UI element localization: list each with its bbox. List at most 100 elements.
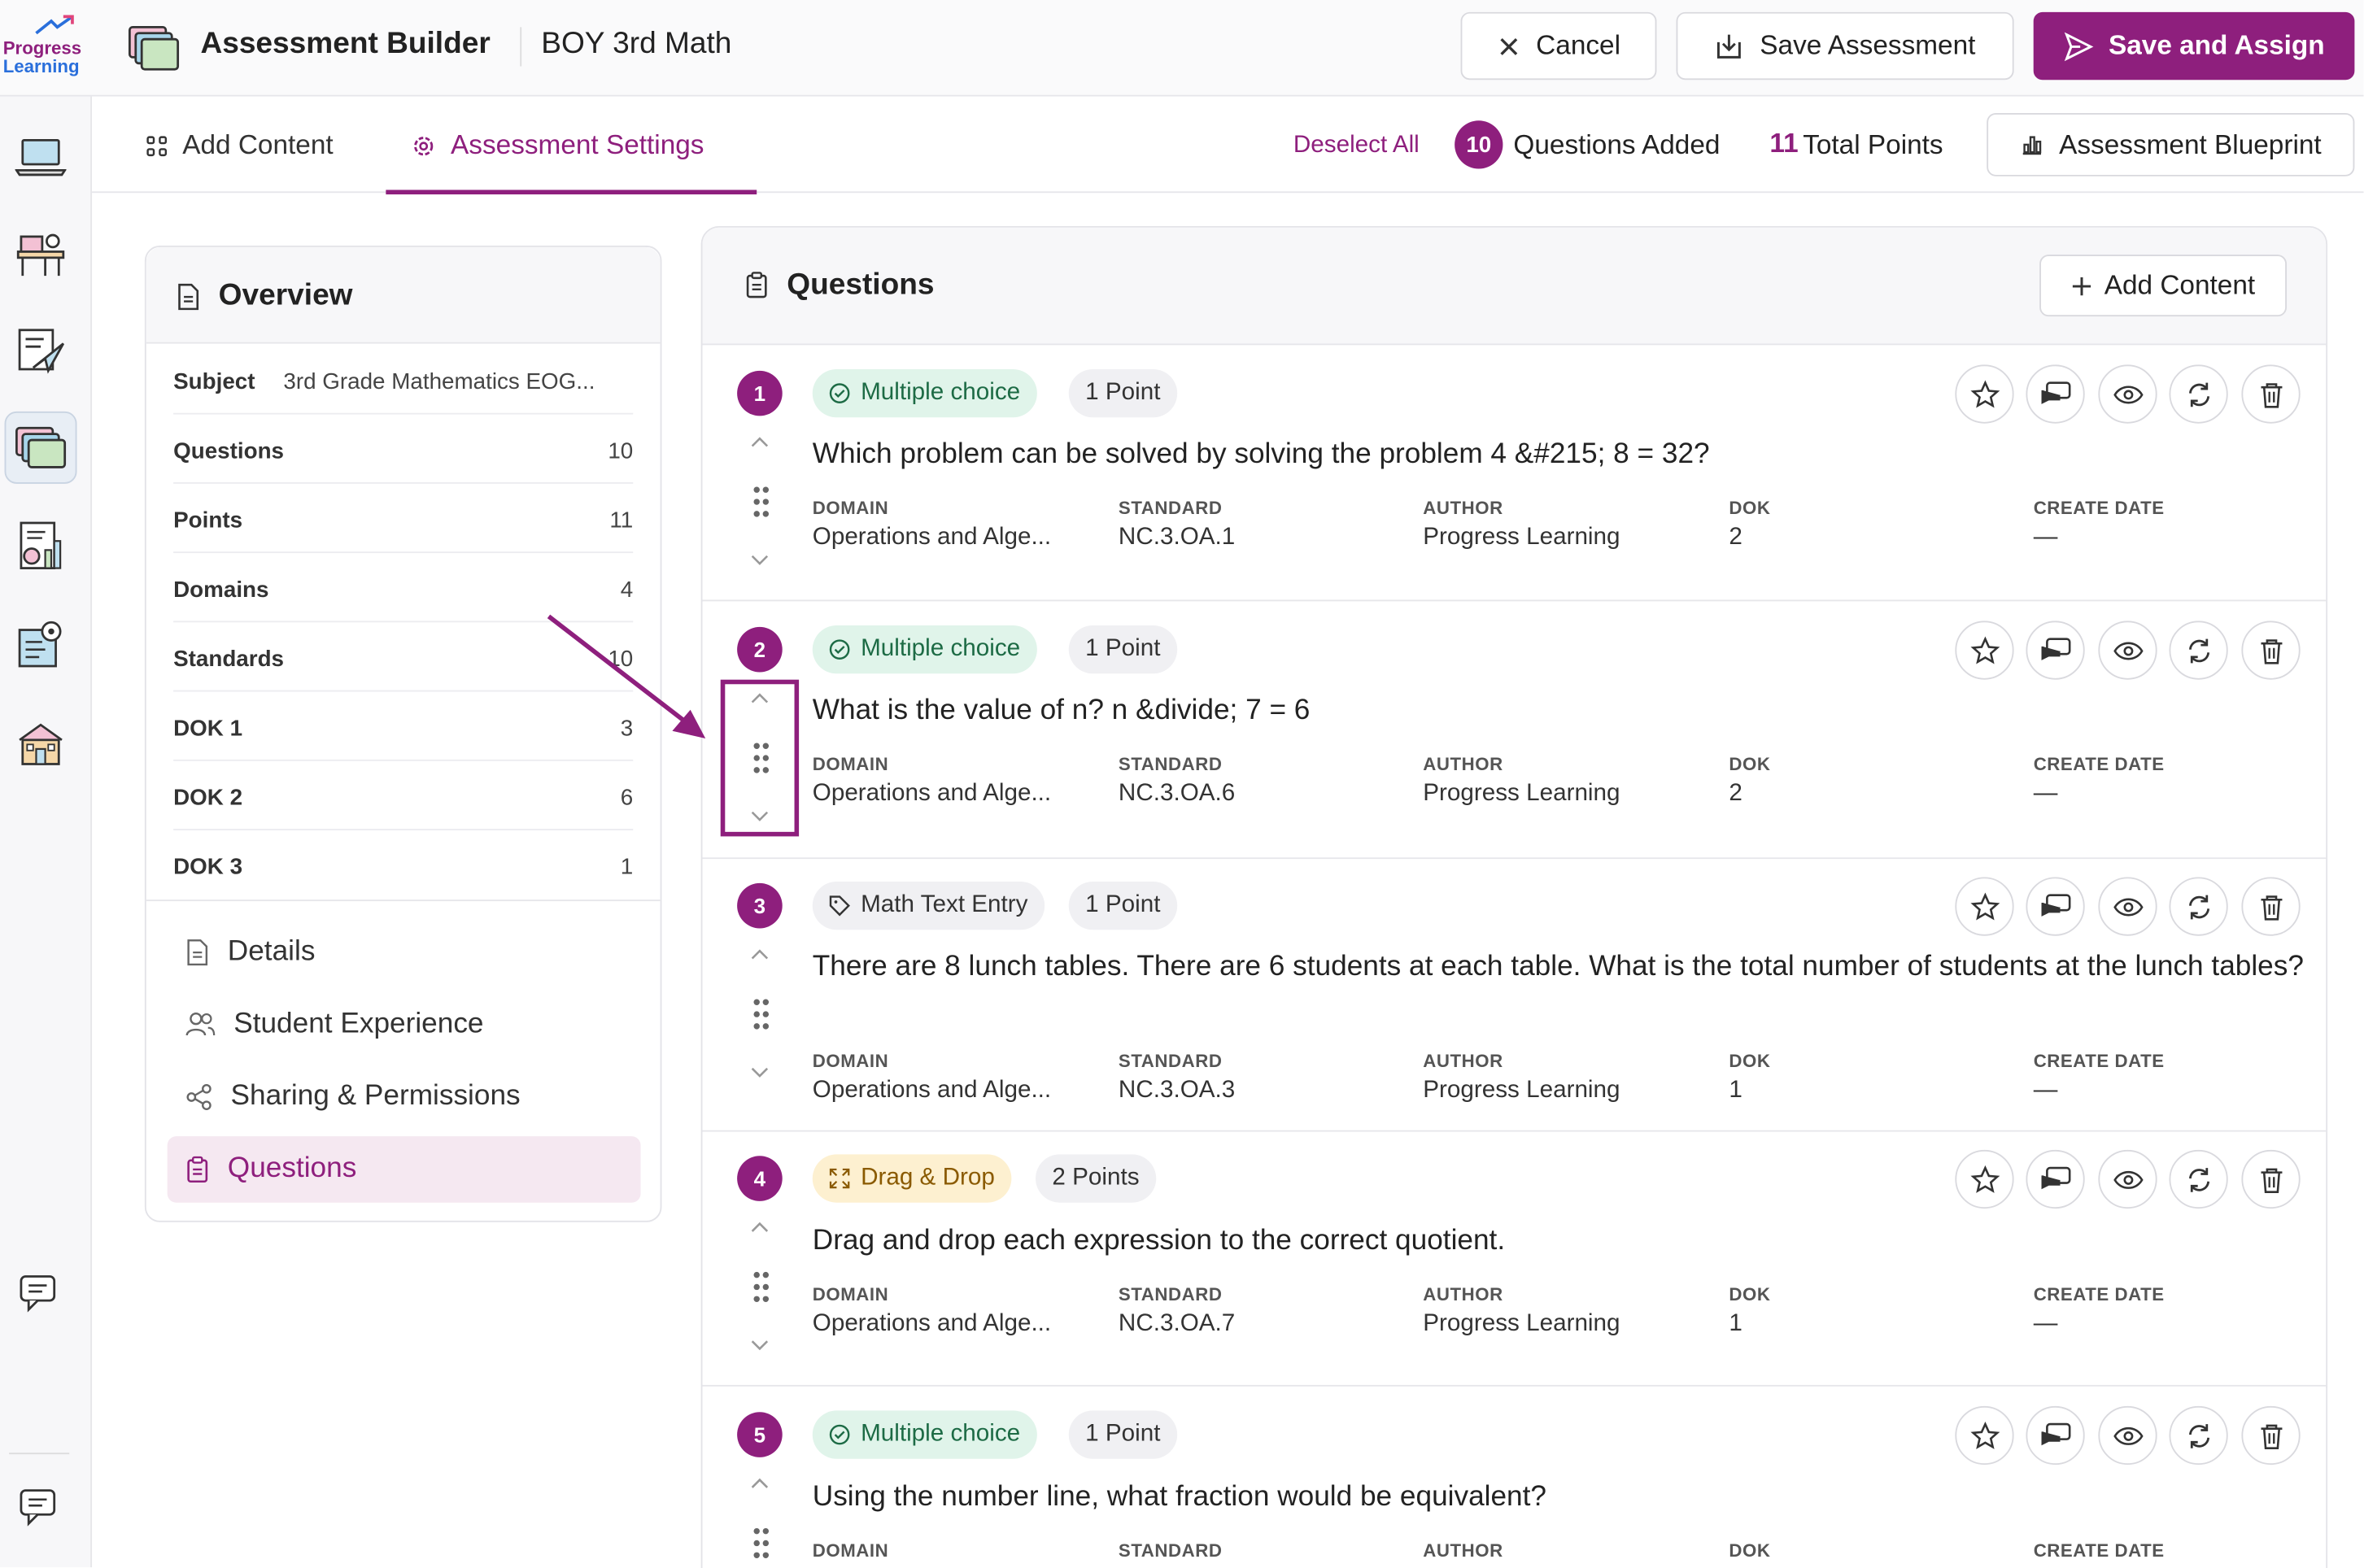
laptop-icon[interactable] (5, 120, 77, 193)
chat-icon[interactable] (5, 1258, 77, 1331)
row-value: 10 (608, 438, 634, 464)
preview-button[interactable] (2098, 621, 2157, 680)
star-icon (1969, 1421, 2000, 1448)
overview-header: Overview (146, 246, 661, 344)
add-content-button[interactable]: Add Content (2039, 255, 2288, 317)
trash-icon (2260, 1167, 2282, 1193)
replace-button[interactable] (2169, 364, 2228, 424)
feedback-button[interactable] (2026, 621, 2085, 680)
delete-button[interactable] (2241, 621, 2301, 680)
feedback-button[interactable] (2026, 877, 2085, 936)
annotation-arrow-icon (547, 614, 706, 738)
refresh-icon (2188, 1423, 2209, 1448)
delete-button[interactable] (2241, 1405, 2301, 1466)
send-assignment-icon[interactable] (5, 315, 77, 387)
replace-button[interactable] (2169, 877, 2228, 936)
feedback-button[interactable] (2026, 364, 2085, 424)
grip-icon[interactable] (752, 1270, 770, 1304)
preview-button[interactable] (2098, 1405, 2157, 1466)
question-number: 2 (737, 626, 783, 673)
delete-button[interactable] (2241, 364, 2301, 424)
desk-icon[interactable] (5, 217, 77, 290)
domain-value: Operations and Alge... (812, 780, 1052, 807)
type-label: Drag & Drop (861, 1165, 995, 1191)
chevron-down-icon[interactable] (749, 548, 770, 569)
grip-icon[interactable] (752, 998, 770, 1031)
cancel-button[interactable]: Cancel (1460, 11, 1657, 81)
progress-learning-logo[interactable]: Progress Learning (3, 15, 90, 82)
details-link[interactable]: Details (168, 919, 641, 986)
row-value: 1 (620, 854, 634, 881)
subject-label: Subject (173, 368, 255, 395)
create-date-label: CREATE DATE (2033, 1540, 2165, 1561)
preview-button[interactable] (2098, 1149, 2157, 1209)
preview-button[interactable] (2098, 364, 2157, 424)
student-experience-label: Student Experience (233, 1008, 484, 1040)
tab-add-content-label: Add Content (182, 129, 334, 160)
dok-label: DOK (1729, 1050, 1771, 1072)
document-icon (178, 283, 199, 311)
star-icon (1969, 1165, 2000, 1192)
delete-button[interactable] (2241, 1149, 2301, 1209)
report-icon[interactable] (5, 511, 77, 583)
star-button[interactable] (1955, 621, 2014, 680)
grip-icon[interactable] (752, 486, 770, 519)
chevron-up-icon[interactable] (749, 945, 770, 966)
standard-value: NC.3.OA.7 (1118, 1311, 1236, 1337)
tab-add-content[interactable]: Add Content (146, 129, 334, 161)
replace-button[interactable] (2169, 621, 2228, 680)
folders-icon (127, 21, 181, 72)
star-button[interactable] (1955, 1149, 2014, 1209)
eye-icon (2113, 1169, 2143, 1188)
delete-button[interactable] (2241, 877, 2301, 936)
author-label: AUTHOR (1423, 497, 1503, 519)
grip-icon[interactable] (752, 1527, 770, 1560)
deselect-all-link[interactable]: Deselect All (1293, 133, 1420, 159)
create-date-label: CREATE DATE (2033, 1050, 2165, 1072)
dok-label: DOK (1729, 753, 1771, 775)
replace-button[interactable] (2169, 1149, 2228, 1209)
type-label: Multiple choice (861, 1421, 1021, 1447)
dok-label: DOK (1729, 1540, 1771, 1561)
refresh-icon (2188, 894, 2209, 919)
chevron-up-icon[interactable] (749, 1474, 770, 1495)
student-experience-link[interactable]: Student Experience (168, 991, 641, 1058)
question-text: There are 8 lunch tables. There are 6 st… (812, 951, 2304, 983)
chevron-up-icon[interactable] (749, 433, 770, 454)
points-badge: 1 Point (1068, 368, 1177, 418)
sharing-permissions-link[interactable]: Sharing & Permissions (168, 1064, 641, 1130)
question-number: 4 (737, 1156, 783, 1201)
add-content-label: Add Content (2104, 269, 2256, 300)
chevron-up-icon[interactable] (749, 1217, 770, 1239)
chevron-down-icon[interactable] (749, 1334, 770, 1355)
feedback-button[interactable] (2026, 1405, 2085, 1466)
assessment-blueprint-button[interactable]: Assessment Blueprint (1987, 112, 2355, 176)
chevron-down-icon[interactable] (749, 1061, 770, 1082)
subject-value: 3rd Grade Mathematics EOG... (283, 368, 595, 395)
clipboard-icon (746, 272, 767, 298)
standard-label: STANDARD (1118, 1283, 1223, 1305)
star-button[interactable] (1955, 1405, 2014, 1466)
save-assessment-button[interactable]: Save Assessment (1676, 11, 2014, 81)
check-circle-icon (829, 1424, 850, 1445)
star-button[interactable] (1955, 877, 2014, 936)
questions-link[interactable]: Questions (167, 1136, 641, 1203)
save-and-assign-button[interactable]: Save and Assign (2033, 11, 2355, 81)
replace-button[interactable] (2169, 1405, 2228, 1466)
share-icon (186, 1083, 212, 1111)
feedback-chat-icon[interactable] (5, 1472, 77, 1544)
preview-button[interactable] (2098, 877, 2157, 936)
overview-subject-row: Subject 3rd Grade Mathematics EOG... (173, 345, 634, 415)
school-icon[interactable] (5, 707, 77, 779)
tab-assessment-settings[interactable]: Assessment Settings (412, 129, 704, 161)
feedback-icon (2040, 1422, 2070, 1445)
assessment-builder-icon[interactable] (4, 411, 77, 484)
settings-clipboard-icon[interactable] (5, 609, 77, 682)
domain-value: Operations and Alge... (812, 1311, 1052, 1337)
author-value: Progress Learning (1423, 1077, 1620, 1104)
star-button[interactable] (1955, 364, 2014, 424)
dok-label: DOK (1729, 1283, 1771, 1305)
feedback-button[interactable] (2026, 1149, 2085, 1209)
logo-arrow-icon (35, 15, 74, 35)
create-date-value: — (2033, 524, 2058, 551)
